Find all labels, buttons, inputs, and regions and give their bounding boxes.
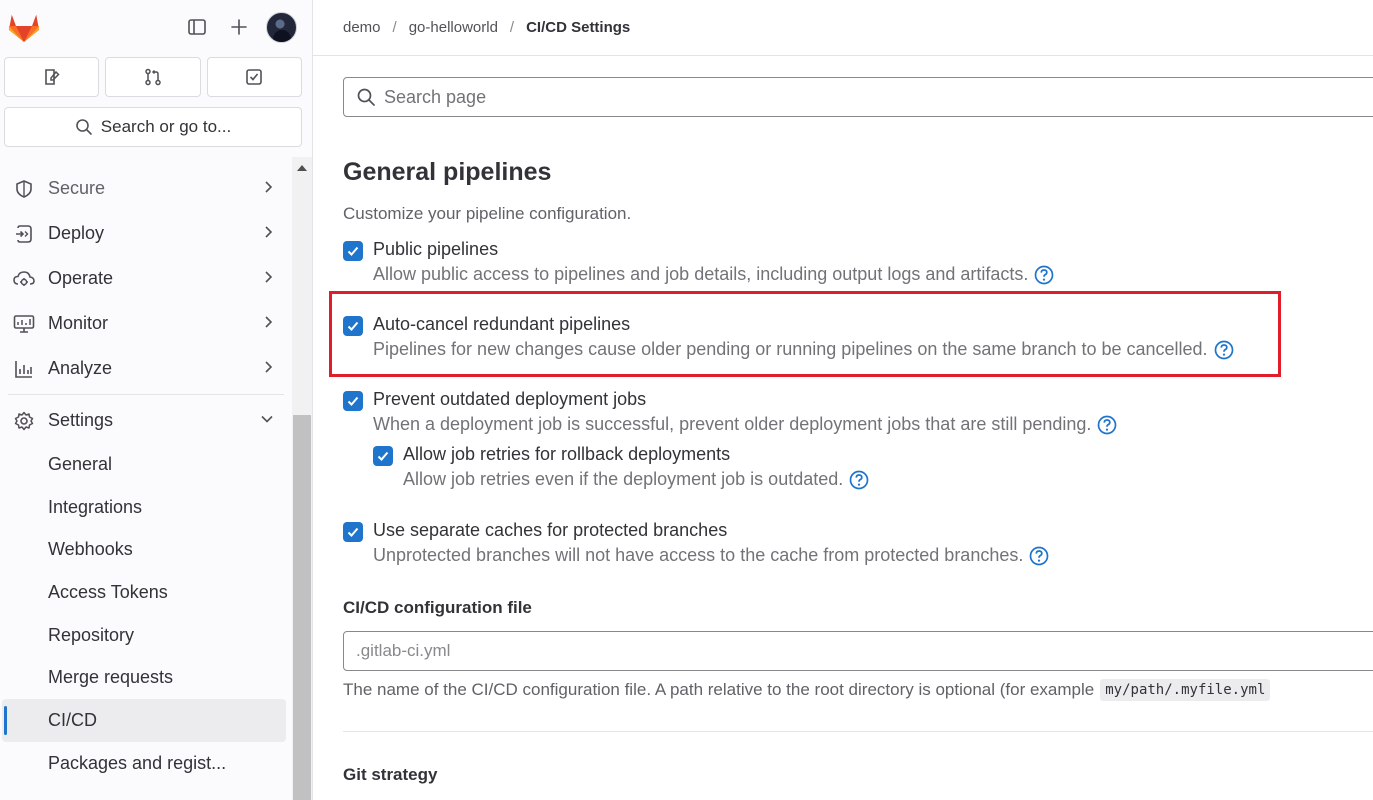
issues-icon bbox=[44, 69, 60, 85]
question-circle-icon[interactable] bbox=[1097, 415, 1117, 435]
sidebar-subitem-integrations[interactable]: Integrations bbox=[0, 486, 292, 529]
todo-checkbox-icon bbox=[246, 69, 263, 85]
quick-actions bbox=[4, 57, 302, 97]
allow-retries-help: Allow job retries even if the deployment… bbox=[403, 469, 869, 490]
chevron-right-icon bbox=[265, 181, 273, 193]
separate-caches-checkbox[interactable] bbox=[343, 522, 363, 542]
breadcrumb-item-project[interactable]: go-helloworld bbox=[409, 19, 498, 36]
sidebar-item-operate[interactable]: Operate bbox=[0, 256, 292, 301]
todos-button[interactable] bbox=[206, 57, 302, 97]
ci-config-file-input[interactable] bbox=[356, 641, 1256, 661]
question-circle-icon[interactable] bbox=[849, 470, 869, 490]
sidebar-item-label: Settings bbox=[48, 410, 114, 430]
merge-requests-button[interactable] bbox=[105, 57, 201, 97]
chevron-right-icon bbox=[265, 316, 273, 328]
monitor-icon bbox=[12, 312, 36, 336]
sidebar-subitem-general[interactable]: General bbox=[0, 443, 292, 486]
sidebar-item-settings[interactable]: Settings bbox=[0, 398, 292, 443]
sidebar-item-label: Deploy bbox=[48, 223, 105, 243]
breadcrumb-separator: / bbox=[392, 19, 397, 36]
ci-config-file-help: The name of the CI/CD configuration file… bbox=[343, 679, 1271, 701]
gear-icon bbox=[12, 409, 36, 433]
avatar[interactable] bbox=[266, 12, 297, 43]
sidebar-header bbox=[0, 0, 312, 56]
chevron-right-icon bbox=[265, 271, 273, 283]
breadcrumb: demo / go-helloworld / CI/CD Settings bbox=[313, 0, 1373, 56]
search-icon bbox=[75, 119, 92, 135]
sidebar-divider bbox=[8, 394, 284, 395]
section-description: Customize your pipeline configuration. bbox=[343, 204, 632, 223]
prevent-outdated-help-text: When a deployment job is successful, pre… bbox=[373, 414, 1092, 434]
ci-config-file-field[interactable] bbox=[343, 631, 1373, 671]
issues-button[interactable] bbox=[4, 57, 100, 97]
search-or-go-to-label: Search or go to... bbox=[100, 117, 232, 136]
deploy-icon bbox=[12, 222, 36, 246]
sidebar-subitem-cicd[interactable]: CI/CD bbox=[2, 699, 286, 742]
question-circle-icon[interactable] bbox=[1029, 546, 1049, 566]
sidebar-item-label: Secure bbox=[48, 178, 106, 198]
page-search-box[interactable] bbox=[343, 77, 1373, 117]
ci-config-example-code: my/path/.myfile.yml bbox=[1100, 679, 1271, 701]
checkmark-icon bbox=[377, 451, 389, 461]
sidebar-subitem-repository[interactable]: Repository bbox=[0, 614, 292, 657]
allow-retries-checkbox[interactable] bbox=[373, 446, 393, 466]
checkmark-icon bbox=[347, 396, 359, 406]
chevron-down-icon bbox=[261, 415, 273, 423]
cloud-gear-icon bbox=[12, 267, 36, 291]
sidebar-item-secure[interactable]: Secure bbox=[0, 166, 292, 211]
sidebar-subitem-webhooks[interactable]: Webhooks bbox=[0, 528, 292, 571]
chevron-right-icon bbox=[265, 226, 273, 238]
highlight-annotation-box bbox=[329, 291, 1281, 377]
sidebar-item-analyze[interactable]: Analyze bbox=[0, 346, 292, 391]
shield-icon bbox=[12, 177, 36, 201]
toggle-sidebar-icon[interactable] bbox=[182, 12, 212, 42]
scrollbar-thumb[interactable] bbox=[293, 415, 311, 800]
separate-caches-label[interactable]: Use separate caches for protected branch… bbox=[373, 520, 727, 541]
ci-config-file-label: CI/CD configuration file bbox=[343, 598, 532, 617]
breadcrumb-current[interactable]: CI/CD Settings bbox=[526, 19, 630, 36]
allow-retries-help-text: Allow job retries even if the deployment… bbox=[403, 469, 844, 489]
sidebar-nav: Secure Deploy Operate Monitor Analyze Se… bbox=[0, 166, 292, 785]
search-icon bbox=[357, 88, 375, 106]
chevron-right-icon bbox=[265, 361, 273, 373]
ci-config-file-help-text: The name of the CI/CD configuration file… bbox=[343, 680, 1095, 699]
public-pipelines-help: Allow public access to pipelines and job… bbox=[373, 264, 1054, 285]
section-title: General pipelines bbox=[343, 158, 552, 186]
sidebar-scrollbar[interactable] bbox=[292, 157, 312, 800]
public-pipelines-checkbox[interactable] bbox=[343, 241, 363, 261]
gitlab-logo-icon[interactable] bbox=[7, 11, 41, 43]
sidebar: Search or go to... Secure Deploy Operate bbox=[0, 0, 313, 800]
question-circle-icon[interactable] bbox=[1034, 265, 1054, 285]
search-or-go-to-button[interactable]: Search or go to... bbox=[4, 107, 302, 147]
public-pipelines-label[interactable]: Public pipelines bbox=[373, 239, 498, 260]
create-new-icon[interactable] bbox=[224, 12, 254, 42]
sidebar-subitem-packages[interactable]: Packages and regist... bbox=[0, 742, 292, 785]
public-pipelines-help-text: Allow public access to pipelines and job… bbox=[373, 264, 1029, 284]
git-strategy-label: Git strategy bbox=[343, 765, 438, 784]
sidebar-item-label: Operate bbox=[48, 268, 114, 288]
sidebar-subitem-access-tokens[interactable]: Access Tokens bbox=[0, 571, 292, 614]
breadcrumb-separator: / bbox=[509, 19, 515, 36]
allow-retries-label[interactable]: Allow job retries for rollback deploymen… bbox=[403, 444, 730, 465]
chart-icon bbox=[12, 357, 36, 381]
separate-caches-help-text: Unprotected branches will not have acces… bbox=[373, 545, 1024, 565]
prevent-outdated-label[interactable]: Prevent outdated deployment jobs bbox=[373, 389, 646, 410]
prevent-outdated-checkbox[interactable] bbox=[343, 391, 363, 411]
sidebar-item-deploy[interactable]: Deploy bbox=[0, 211, 292, 256]
sidebar-item-label: Analyze bbox=[48, 358, 113, 378]
section-divider bbox=[343, 731, 1373, 732]
scroll-up-arrow-icon[interactable] bbox=[297, 165, 307, 171]
sidebar-item-label: Monitor bbox=[48, 313, 109, 333]
checkmark-icon bbox=[347, 527, 359, 537]
prevent-outdated-help: When a deployment job is successful, pre… bbox=[373, 414, 1117, 435]
checkmark-icon bbox=[347, 246, 359, 256]
separate-caches-help: Unprotected branches will not have acces… bbox=[373, 545, 1049, 566]
sidebar-subitem-merge-requests[interactable]: Merge requests bbox=[0, 656, 292, 699]
breadcrumb-item-demo[interactable]: demo bbox=[343, 19, 381, 36]
merge-request-icon bbox=[145, 68, 161, 86]
sidebar-item-monitor[interactable]: Monitor bbox=[0, 301, 292, 346]
search-page-input[interactable] bbox=[384, 86, 1284, 108]
